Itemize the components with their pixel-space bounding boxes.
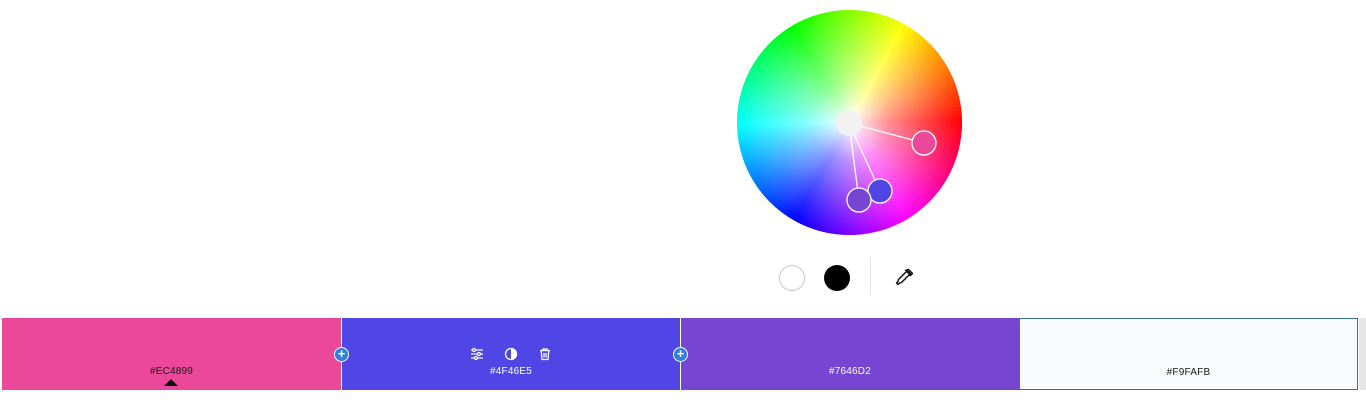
handle-purple[interactable] [846, 187, 872, 213]
palette-bar: #EC4899 #4F46E5 #7646D2 #F9FAFB + + [2, 318, 1358, 390]
swatch-hex[interactable]: #F9FAFB [1020, 367, 1357, 378]
selected-indicator-icon [164, 379, 178, 386]
black-color-button[interactable] [824, 265, 850, 291]
eyedropper-icon [895, 268, 914, 286]
tool-divider [870, 257, 871, 295]
add-color-button[interactable]: + [674, 347, 687, 361]
handle-pink[interactable] [911, 130, 937, 156]
wheel-center-handle[interactable] [836, 110, 862, 136]
color-wheel[interactable] [737, 10, 962, 235]
swatch-3[interactable]: #7646D2 [680, 318, 1019, 390]
swatch-1[interactable]: #EC4899 [2, 318, 341, 390]
white-color-button[interactable] [779, 265, 805, 291]
add-color-button[interactable]: + [335, 347, 348, 361]
swatch-actions [342, 347, 680, 361]
trash-icon[interactable] [538, 347, 552, 361]
swatch-hex[interactable]: #EC4899 [2, 366, 341, 377]
swatch-2[interactable]: #4F46E5 [341, 318, 680, 390]
eyedropper-button[interactable] [893, 265, 917, 289]
swatch-hex[interactable]: #4F46E5 [342, 366, 680, 377]
swatch-hex[interactable]: #7646D2 [681, 366, 1019, 377]
palette-scrollbar[interactable] [1359, 318, 1366, 390]
sliders-icon[interactable] [470, 347, 484, 361]
color-wheel-graphic [737, 10, 962, 235]
swatch-4[interactable]: #F9FAFB [1019, 318, 1358, 390]
contrast-icon[interactable] [504, 347, 518, 361]
